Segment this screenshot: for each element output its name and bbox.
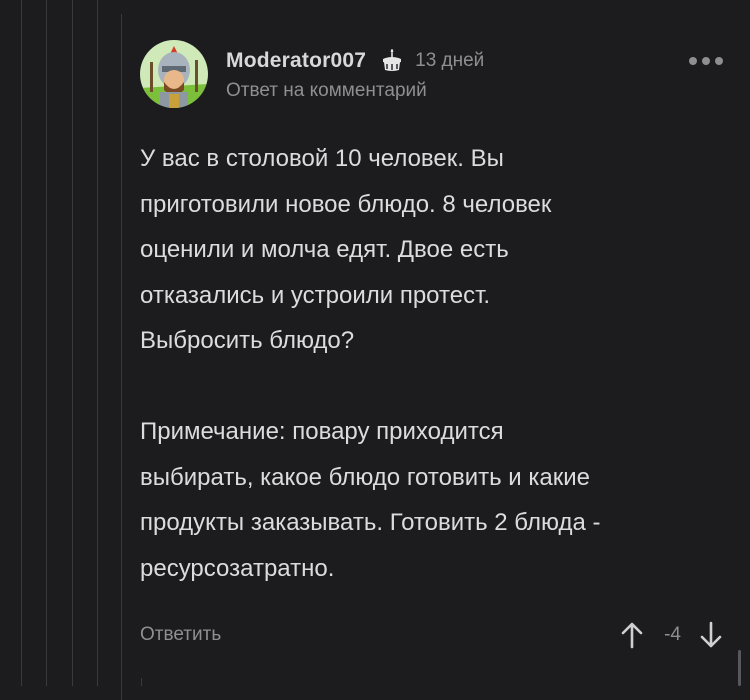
time-ago: 13 дней: [415, 50, 485, 71]
reply-context[interactable]: Ответ на комментарий: [226, 80, 725, 102]
thread-line: [21, 0, 22, 686]
comment-paragraph: Примечание: повару приходится выбирать, …: [140, 418, 601, 582]
arrow-down-icon[interactable]: [697, 620, 725, 650]
avatar[interactable]: [140, 40, 208, 108]
comment-text: У вас в столовой 10 человек. Вы приготов…: [140, 136, 710, 591]
comment-meta: Moderator007 13 дней Ответ на комментари…: [226, 47, 725, 102]
rating: -4: [664, 624, 681, 645]
thread-line: [141, 678, 142, 686]
comment: Moderator007 13 дней Ответ на комментари…: [140, 40, 725, 649]
thread-line[interactable]: [121, 14, 122, 700]
comment-header: Moderator007 13 дней Ответ на комментари…: [140, 40, 725, 112]
arrow-up-icon[interactable]: [618, 620, 646, 650]
comment-footer: Ответить -4: [140, 620, 725, 650]
comment-paragraph: У вас в столовой 10 человек. Вы приготов…: [140, 145, 552, 354]
thread-line: [46, 0, 47, 686]
thread-line: [97, 0, 98, 686]
vote-controls: -4: [618, 620, 725, 650]
cake-icon: [379, 48, 405, 74]
scrollbar[interactable]: [738, 650, 741, 686]
thread-line: [72, 0, 73, 686]
more-dots-icon[interactable]: [687, 47, 725, 75]
username[interactable]: Moderator007: [226, 49, 366, 73]
reply-button[interactable]: Ответить: [140, 624, 221, 646]
